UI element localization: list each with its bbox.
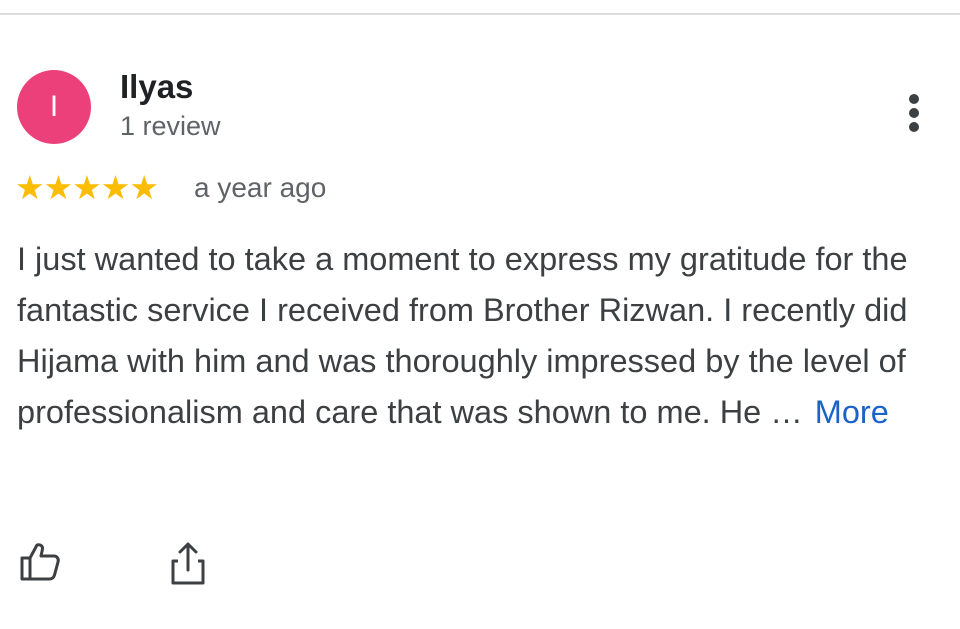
review-time: a year ago — [194, 172, 327, 203]
review-body: I just wanted to take a moment to expres… — [17, 241, 908, 430]
top-divider — [0, 13, 960, 15]
thumbs-up-icon — [20, 543, 60, 581]
star-rating: ★★★★★ — [15, 169, 159, 206]
review-text: I just wanted to take a moment to expres… — [17, 234, 952, 438]
share-button[interactable] — [166, 540, 214, 588]
share-icon — [171, 542, 205, 585]
like-button[interactable] — [18, 540, 66, 588]
review-count: 1 review — [120, 111, 221, 141]
avatar[interactable]: I — [17, 70, 91, 144]
more-link[interactable]: More — [815, 394, 889, 430]
reviewer-name[interactable]: Ilyas — [120, 68, 193, 106]
more-options-button[interactable] — [896, 88, 932, 136]
